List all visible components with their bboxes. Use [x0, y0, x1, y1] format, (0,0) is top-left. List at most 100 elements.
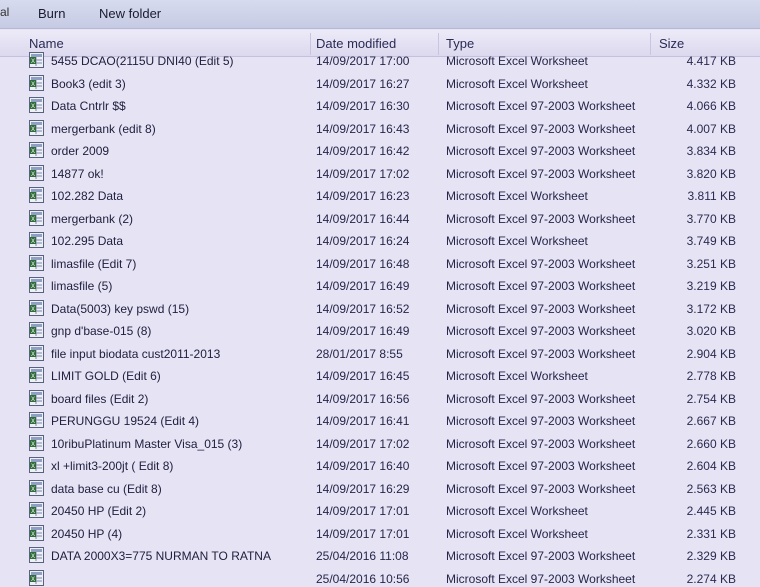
excel-file-icon: X	[29, 479, 44, 496]
file-type: Microsoft Excel 97-2003 Worksheet	[446, 211, 636, 226]
column-header-name[interactable]: Name	[29, 36, 64, 51]
file-date-modified: 28/01/2017 8:55	[316, 346, 403, 361]
excel-file-icon: X	[29, 524, 44, 541]
file-row[interactable]: X 102.282 Data 14/09/2017 16:23 Microsoft E…	[0, 185, 760, 207]
svg-text:X: X	[31, 419, 35, 425]
file-name: Data(5003) key pswd (15)	[51, 301, 190, 316]
file-size: 2.754 KB	[686, 391, 736, 406]
file-size: 2.563 KB	[686, 481, 736, 496]
file-size: 2.274 KB	[686, 571, 736, 586]
burn-button[interactable]: Burn	[38, 6, 65, 21]
new-folder-button[interactable]: New folder	[99, 6, 161, 21]
file-row[interactable]: X LIMIT GOLD (Edit 6) 14/09/2017 16:45 Micr…	[0, 365, 760, 387]
svg-text:X: X	[31, 554, 35, 560]
file-row[interactable]: Xfile input biodata cust2011-2013 28/01/2…	[0, 343, 760, 365]
file-size: 2.667 KB	[686, 414, 736, 428]
file-type: Microsoft Excel 97-2003 Worksheet	[446, 391, 636, 406]
file-name: 102.282 Data	[51, 189, 124, 203]
file-size: 3.020 KB	[686, 324, 736, 338]
file-row[interactable]: X 20450 HP (4) 14/09/2017 17:01 Microsoft E…	[0, 523, 760, 545]
file-row[interactable]: X Data Cntrlr $$ 14/09/2017 16:30 Microsoft…	[0, 95, 760, 117]
file-name: 20450 HP (Edit 2)	[51, 504, 147, 518]
svg-text:X: X	[31, 82, 35, 88]
file-row[interactable]: Xboard files (Edit 2) 14/09/2017 16:56 Mic…	[0, 388, 760, 410]
file-date-modified: 14/09/2017 16:45	[316, 369, 410, 383]
file-row[interactable]: X 102.295 Data 14/09/2017 16:24 Microsoft E…	[0, 230, 760, 252]
file-date-modified: 14/09/2017 16:48	[316, 256, 410, 271]
svg-text:X: X	[31, 577, 35, 583]
file-date-modified: 14/09/2017 16:49	[316, 324, 410, 338]
file-row[interactable]: Xdata base cu (Edit 8) 14/09/2017 16:29 Mi…	[0, 478, 760, 500]
file-row[interactable]: X 20450 HP (Edit 2) 14/09/2017 17:01 Micros…	[0, 500, 760, 522]
file-size: 2.660 KB	[686, 436, 736, 451]
svg-text:X: X	[31, 172, 35, 178]
svg-text:X: X	[31, 104, 35, 110]
file-row[interactable]: Xlimasfile (5) 14/09/2017 16:49 Microsoft …	[0, 275, 760, 297]
file-date-modified: 14/09/2017 17:02	[316, 166, 410, 181]
file-size: 3.834 KB	[686, 144, 736, 158]
file-row[interactable]: X 10ribuPlatinum Master Visa_015 (3) 14/09…	[0, 433, 760, 455]
file-size: 3.749 KB	[686, 234, 736, 248]
file-type: Microsoft Excel 97-2003 Worksheet	[446, 571, 636, 586]
file-date-modified: 14/09/2017 16:49	[316, 279, 410, 293]
excel-file-icon: X	[29, 74, 44, 91]
file-name: file input biodata cust2011-2013	[51, 346, 221, 361]
file-name: mergerbank (2)	[51, 211, 134, 226]
file-name: DATA 2000X3=775 NURMAN TO RATNA	[51, 549, 271, 563]
file-date-modified: 14/09/2017 16:40	[316, 459, 410, 473]
file-row[interactable]: Xlimasfile (Edit 7) 14/09/2017 16:48 Micro…	[0, 253, 760, 275]
file-type: Microsoft Excel Worksheet	[446, 504, 588, 518]
column-header-size[interactable]: Size	[659, 36, 684, 51]
file-type: Microsoft Excel Worksheet	[446, 76, 588, 91]
file-type: Microsoft Excel 97-2003 Worksheet	[446, 436, 636, 451]
file-type: Microsoft Excel Worksheet	[446, 234, 588, 248]
svg-text:X: X	[31, 217, 35, 223]
file-row[interactable]: Xxl +limit3-200jt ( Edit 8) 14/09/2017 16…	[0, 455, 760, 477]
file-date-modified: 14/09/2017 17:00	[316, 54, 410, 68]
file-row[interactable]: X 25/04/2016 10:56 Microsoft Excel 97-2003…	[0, 568, 760, 587]
file-name: order 2009	[51, 144, 110, 158]
file-row[interactable]: Xmergerbank (edit 8) 14/09/2017 16:43 Micr…	[0, 118, 760, 140]
file-date-modified: 14/09/2017 16:29	[316, 481, 410, 496]
svg-text:X: X	[31, 352, 35, 358]
svg-text:X: X	[31, 59, 35, 65]
excel-file-icon: X	[29, 254, 44, 271]
file-row[interactable]: X DATA 2000X3=775 NURMAN TO RATNA 25/04/20…	[0, 545, 760, 567]
file-row[interactable]: Xgnp d'base-015 (8) 14/09/2017 16:49 Micro…	[0, 320, 760, 342]
file-type: Microsoft Excel 97-2003 Worksheet	[446, 144, 636, 158]
svg-text:X: X	[31, 194, 35, 200]
file-row[interactable]: Xmergerbank (2) 14/09/2017 16:44 Microsoft…	[0, 208, 760, 230]
command-bar: al Burn New folder	[0, 0, 760, 29]
column-header-date-modified[interactable]: Date modified	[316, 36, 396, 51]
svg-text:X: X	[31, 509, 35, 515]
file-date-modified: 14/09/2017 16:44	[316, 211, 410, 226]
excel-file-icon: X	[29, 389, 44, 406]
excel-file-icon: X	[29, 52, 44, 68]
file-row[interactable]: X 14877 ok! 14/09/2017 17:02 Microsoft Exce…	[0, 163, 760, 185]
excel-file-icon: X	[29, 277, 44, 293]
file-size: 2.778 KB	[686, 369, 736, 383]
file-type: Microsoft Excel 97-2003 Worksheet	[446, 166, 636, 181]
excel-file-icon: X	[29, 97, 44, 113]
file-row[interactable]: X Data(5003) key pswd (15) 14/09/2017 16:5…	[0, 298, 760, 320]
file-row[interactable]: X Book3 (edit 3) 14/09/2017 16:27 Microsoft…	[0, 73, 760, 95]
file-date-modified: 14/09/2017 16:52	[316, 301, 410, 316]
svg-text:X: X	[31, 442, 35, 448]
excel-file-icon: X	[29, 412, 44, 428]
excel-file-icon: X	[29, 547, 44, 563]
excel-file-icon: X	[29, 434, 44, 451]
file-name: gnp d'base-015 (8)	[51, 324, 152, 338]
file-date-modified: 25/04/2016 10:56	[316, 571, 410, 586]
file-row[interactable]: Xorder 2009 14/09/2017 16:42 Microsoft Exc…	[0, 140, 760, 162]
excel-file-icon: X	[29, 299, 44, 316]
file-row[interactable]: X PERUNGGU 19524 (Edit 4) 14/09/2017 16:41…	[0, 410, 760, 432]
file-type: Microsoft Excel 97-2003 Worksheet	[446, 99, 636, 113]
toolbar-edge-glyph: al	[0, 5, 10, 19]
file-name: limasfile (5)	[51, 279, 113, 293]
file-size: 3.251 KB	[686, 256, 736, 271]
file-row[interactable]: X 5455 DCAO(2115U DNI40 (Edit 5) 14/09/201…	[0, 50, 760, 72]
column-header-type[interactable]: Type	[446, 36, 474, 51]
file-name: 5455 DCAO(2115U DNI40 (Edit 5)	[51, 54, 234, 68]
file-name: data base cu (Edit 8)	[51, 481, 162, 496]
file-size: 2.329 KB	[686, 549, 736, 563]
